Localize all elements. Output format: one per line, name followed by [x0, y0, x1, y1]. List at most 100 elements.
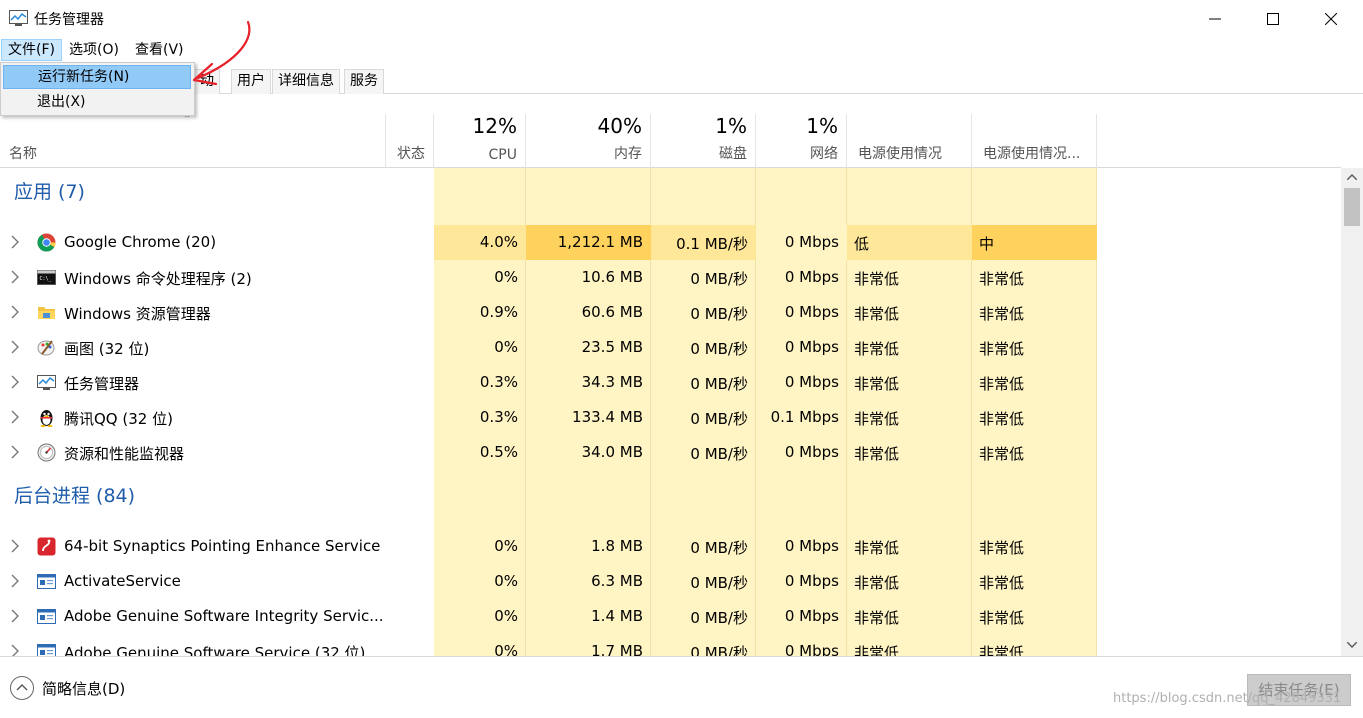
expand-chevron-icon[interactable]	[10, 539, 20, 553]
tab-services[interactable]: 服务	[344, 69, 384, 94]
cell-disk: 0 MB/秒	[690, 270, 748, 288]
cell-trend: 非常低	[979, 445, 1025, 463]
process-row[interactable]: 腾讯QQ (32 位) 0.3% 133.4 MB 0 MB/秒 0.1 Mbps 非常低…	[0, 400, 1341, 435]
cell-disk: 0 MB/秒	[690, 410, 748, 428]
close-button[interactable]	[1302, 0, 1360, 38]
cell-cpu: 4.0%	[479, 233, 518, 251]
header-name-label: 名称	[9, 146, 37, 162]
expand-chevron-icon[interactable]	[10, 644, 20, 656]
task-manager-icon	[37, 373, 56, 392]
column-header: ⌃ 名称 状态 12% CPU 40% 内存 1% 磁盘 1% 网络 电源使用情…	[0, 114, 1341, 168]
expand-chevron-icon[interactable]	[10, 445, 20, 459]
maximize-button[interactable]	[1244, 0, 1302, 38]
cell-mem: 1.4 MB	[591, 607, 643, 625]
cell-mem: 1.8 MB	[591, 537, 643, 555]
header-memory[interactable]: 40% 内存	[526, 114, 651, 168]
process-row[interactable]: Windows 资源管理器 0.9% 60.6 MB 0 MB/秒 0 Mbps 非常低 非…	[0, 295, 1341, 330]
cell-disk: 0 MB/秒	[690, 644, 748, 656]
header-power-label: 电源使用情况	[858, 146, 942, 162]
minimize-icon	[1209, 18, 1221, 20]
expand-chevron-icon[interactable]	[10, 574, 20, 588]
cell-trend: 非常低	[979, 375, 1025, 393]
window-title: 任务管理器	[34, 12, 104, 28]
expand-chevron-icon[interactable]	[10, 410, 20, 424]
process-name: Windows 命令处理程序 (2)	[64, 270, 252, 288]
process-row[interactable]: Adobe Genuine Software Service (32 位) 0% 1…	[0, 634, 1341, 656]
process-name: Windows 资源管理器	[64, 305, 211, 323]
expand-chevron-icon[interactable]	[10, 235, 20, 249]
cell-net: 0.1 Mbps	[770, 408, 839, 426]
expand-chevron-icon[interactable]	[10, 609, 20, 623]
header-network[interactable]: 1% 网络	[756, 114, 847, 168]
process-row[interactable]: 资源和性能监视器 0.5% 34.0 MB 0 MB/秒 0 Mbps 非常低 非常低	[0, 435, 1341, 470]
header-status[interactable]: 状态	[386, 114, 434, 168]
cell-net: 0 Mbps	[784, 373, 839, 391]
vertical-scrollbar[interactable]	[1341, 168, 1363, 656]
exit-item[interactable]: 退出(X)	[3, 90, 191, 114]
header-cpu[interactable]: 12% CPU	[434, 114, 526, 168]
expand-chevron-icon[interactable]	[10, 340, 20, 354]
cell-power: 非常低	[854, 375, 900, 393]
process-row[interactable]: Adobe Genuine Software Integrity Servic.…	[0, 599, 1341, 634]
header-name[interactable]: 名称	[0, 114, 386, 168]
expand-chevron-icon[interactable]	[10, 270, 20, 284]
cell-net: 0 Mbps	[784, 443, 839, 461]
process-row[interactable]: 画图 (32 位) 0% 23.5 MB 0 MB/秒 0 Mbps 非常低 非常低	[0, 330, 1341, 365]
maximize-icon	[1267, 13, 1279, 25]
process-row[interactable]: Google Chrome (20) 4.0% 1,212.1 MB 0.1 MB/秒…	[0, 225, 1341, 260]
process-row[interactable]: 任务管理器 0.3% 34.3 MB 0 MB/秒 0 Mbps 非常低 非常低	[0, 365, 1341, 400]
process-list: 应用 (7) Google Chrome (20) 4.0% 1,212.1 MB 0.…	[0, 168, 1341, 656]
menu-view[interactable]: 查看(V)	[129, 39, 190, 61]
cell-trend: 非常低	[979, 609, 1025, 627]
fewer-details-button[interactable]	[10, 676, 34, 700]
annotation-arrow-icon	[192, 20, 251, 86]
cell-cpu: 0.3%	[479, 408, 518, 426]
cell-net: 0 Mbps	[784, 338, 839, 356]
process-name: Adobe Genuine Software Integrity Servic.…	[64, 607, 384, 625]
expand-chevron-icon[interactable]	[10, 375, 20, 389]
process-row[interactable]: ActivateService 0% 6.3 MB 0 MB/秒 0 Mbps 非常低 非常…	[0, 564, 1341, 599]
process-row[interactable]: 64-bit Synaptics Pointing Enhance Servic…	[0, 529, 1341, 564]
menu-options[interactable]: 选项(O)	[63, 39, 125, 61]
svg-text:C:\_: C:\_	[40, 276, 53, 282]
cell-disk: 0 MB/秒	[690, 375, 748, 393]
cell-net: 0 Mbps	[784, 642, 839, 656]
expand-chevron-icon[interactable]	[10, 305, 20, 319]
header-power-trend-label: 电源使用情况...	[983, 146, 1081, 162]
cell-cpu: 0%	[494, 642, 518, 656]
cell-power: 非常低	[854, 410, 900, 428]
header-cpu-label: CPU	[488, 147, 517, 163]
header-disk-label: 磁盘	[719, 146, 747, 162]
header-power[interactable]: 电源使用情况	[847, 114, 972, 168]
cmd-icon: C:\_	[37, 268, 56, 287]
minimize-button[interactable]	[1186, 0, 1244, 38]
service-window-icon	[37, 572, 56, 591]
process-row[interactable]: C:\_ Windows 命令处理程序 (2) 0% 10.6 MB 0 MB/秒 0 M…	[0, 260, 1341, 295]
cell-power: 非常低	[854, 539, 900, 557]
header-disk[interactable]: 1% 磁盘	[651, 114, 756, 168]
footer: 简略信息(D) 结束任务(E) https://blog.csdn.net/qq…	[0, 656, 1363, 718]
cell-disk: 0 MB/秒	[690, 340, 748, 358]
cell-cpu: 0.3%	[479, 373, 518, 391]
scroll-up-icon[interactable]	[1347, 174, 1357, 180]
header-power-trend[interactable]: 电源使用情况...	[972, 114, 1097, 168]
cell-cpu: 0%	[494, 537, 518, 555]
tab-details[interactable]: 详细信息	[272, 69, 340, 94]
cell-power: 非常低	[854, 270, 900, 288]
menu-file[interactable]: 文件(F)	[1, 39, 62, 61]
service-window-icon	[37, 642, 56, 656]
header-cpu-percent: 12%	[472, 114, 517, 138]
group-header[interactable]: 应用 (7)	[14, 177, 85, 204]
cell-trend: 非常低	[979, 644, 1025, 656]
close-icon	[1325, 13, 1337, 25]
cell-cpu: 0.5%	[479, 443, 518, 461]
scroll-down-icon[interactable]	[1347, 642, 1357, 648]
cell-cpu: 0%	[494, 607, 518, 625]
cell-disk: 0 MB/秒	[690, 539, 748, 557]
process-name: Adobe Genuine Software Service (32 位)	[64, 644, 366, 656]
fewer-details-label[interactable]: 简略信息(D)	[42, 678, 125, 699]
scrollbar-thumb[interactable]	[1344, 188, 1360, 226]
cell-power: 非常低	[854, 305, 900, 323]
run-new-task-item[interactable]: 运行新任务(N)	[3, 65, 191, 89]
group-header[interactable]: 后台进程 (84)	[14, 481, 135, 508]
